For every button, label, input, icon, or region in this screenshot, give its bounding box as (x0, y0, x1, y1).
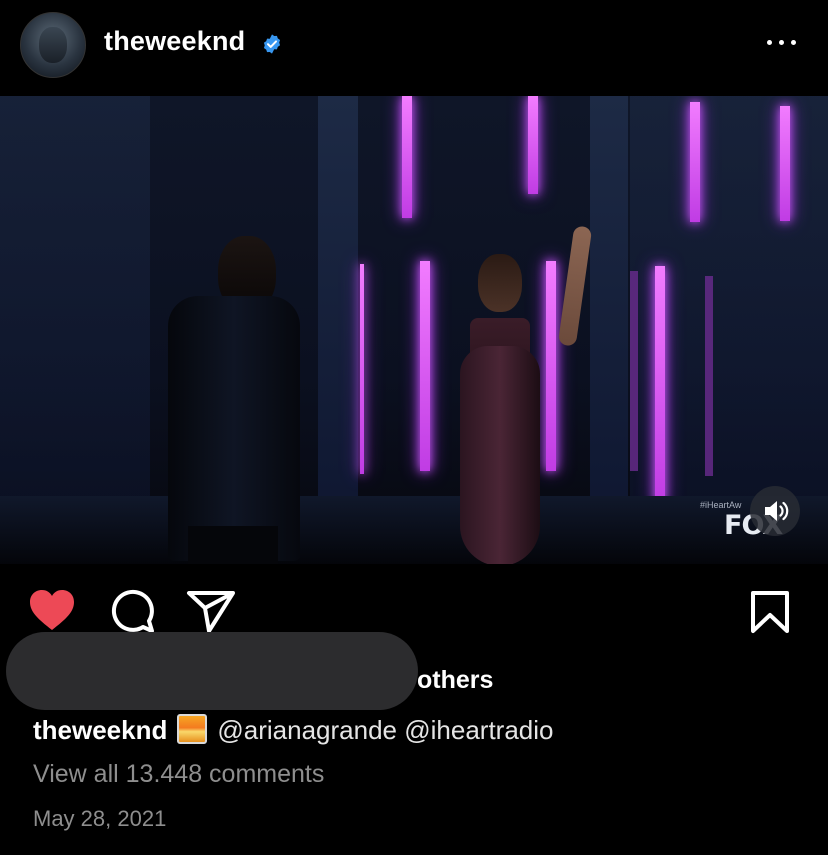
performer-female-head (478, 254, 522, 312)
speaker-volume-icon[interactable] (750, 486, 800, 536)
neon-light (360, 264, 364, 474)
mention-iheartradio[interactable]: @iheartradio (404, 715, 553, 745)
view-all-comments-link[interactable]: View all 13.448 comments (33, 760, 324, 789)
neon-light (402, 96, 412, 218)
heart-filled-icon[interactable] (28, 588, 76, 632)
post-video[interactable]: #iHeartAw FOX (0, 96, 828, 564)
likes-summary[interactable]: others (0, 632, 828, 710)
neon-light (528, 96, 538, 194)
post-header: theweeknd (0, 0, 828, 96)
performer-female (460, 346, 540, 564)
performer-male-legs (188, 526, 278, 564)
more-options-icon[interactable] (762, 30, 802, 56)
performer-female-arm (557, 225, 593, 347)
post-username[interactable]: theweeknd (104, 26, 245, 57)
likes-others-text[interactable]: others (417, 666, 493, 695)
caption-username[interactable]: theweeknd (33, 715, 167, 745)
paper-plane-icon[interactable] (186, 590, 236, 634)
post-actions-bar (0, 564, 828, 634)
post-caption: theweeknd @arianagrande @iheartradio (33, 714, 554, 746)
event-hashtag-watermark: #iHeartAw (700, 500, 742, 510)
performer-male (168, 296, 300, 561)
comment-bubble-icon[interactable] (108, 588, 156, 634)
neon-light (420, 261, 430, 471)
neon-light (630, 271, 638, 471)
neon-light (690, 102, 700, 222)
neon-light (780, 106, 790, 221)
stage-panel (0, 96, 150, 496)
post-date: May 28, 2021 (33, 806, 167, 831)
stage-pillar (590, 96, 628, 541)
neon-light (546, 261, 556, 471)
verified-badge-icon (263, 34, 281, 54)
stage-pillar (318, 96, 358, 541)
mention-arianagrande[interactable]: @arianagrande (217, 715, 397, 745)
avatar[interactable] (20, 12, 86, 78)
redacted-likes-overlay (6, 632, 418, 710)
sunset-emoji (177, 714, 208, 744)
neon-light (705, 276, 713, 476)
bookmark-icon[interactable] (750, 590, 790, 634)
neon-light (655, 266, 665, 504)
